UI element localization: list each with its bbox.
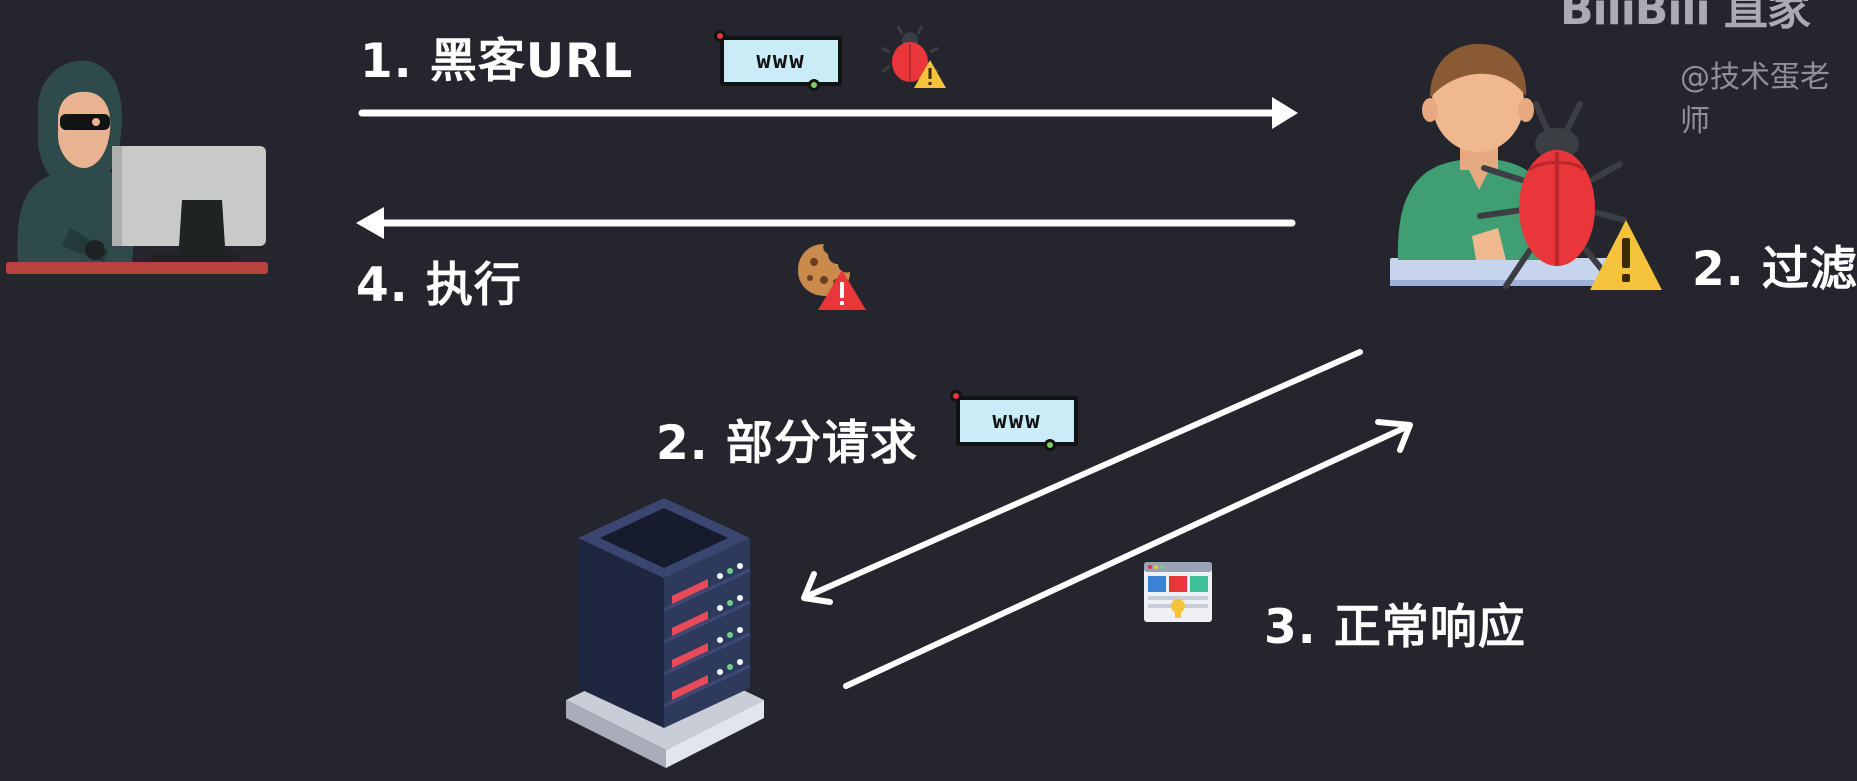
step1-label: 1. 黑客URL (360, 34, 634, 89)
cookie-warning-icon (798, 244, 866, 310)
step3-normal-response-label: 3. 正常响应 (1264, 600, 1526, 655)
hacker-at-computer-icon (6, 60, 268, 274)
www-url-icon: www (714, 30, 842, 91)
arrow-partial-request (801, 349, 1363, 605)
victim-user-icon (1390, 43, 1662, 290)
arrow-step1-right (358, 97, 1298, 129)
www-text: www (756, 46, 806, 74)
green-dot-icon (808, 79, 820, 91)
xss-flow-diagram: BiliBili 直家 @技术蛋老师 1. 黑客URL www 2. 过滤 4.… (0, 0, 1857, 781)
webpage-icon (1144, 562, 1212, 622)
step2-filter-label: 2. 过滤 (1692, 242, 1857, 297)
red-dot-icon (950, 390, 962, 402)
server-rack-icon (566, 498, 764, 768)
step4-label: 4. 执行 (356, 258, 522, 313)
green-dot-icon (1044, 439, 1056, 451)
bug-warning-small-icon (881, 25, 946, 88)
arrow-step4-left (356, 207, 1296, 239)
step2-partial-request-label: 2. 部分请求 (656, 416, 918, 471)
red-dot-icon (714, 30, 726, 42)
www-partial-url-icon: www (950, 390, 1078, 451)
www-text: www (992, 406, 1042, 434)
